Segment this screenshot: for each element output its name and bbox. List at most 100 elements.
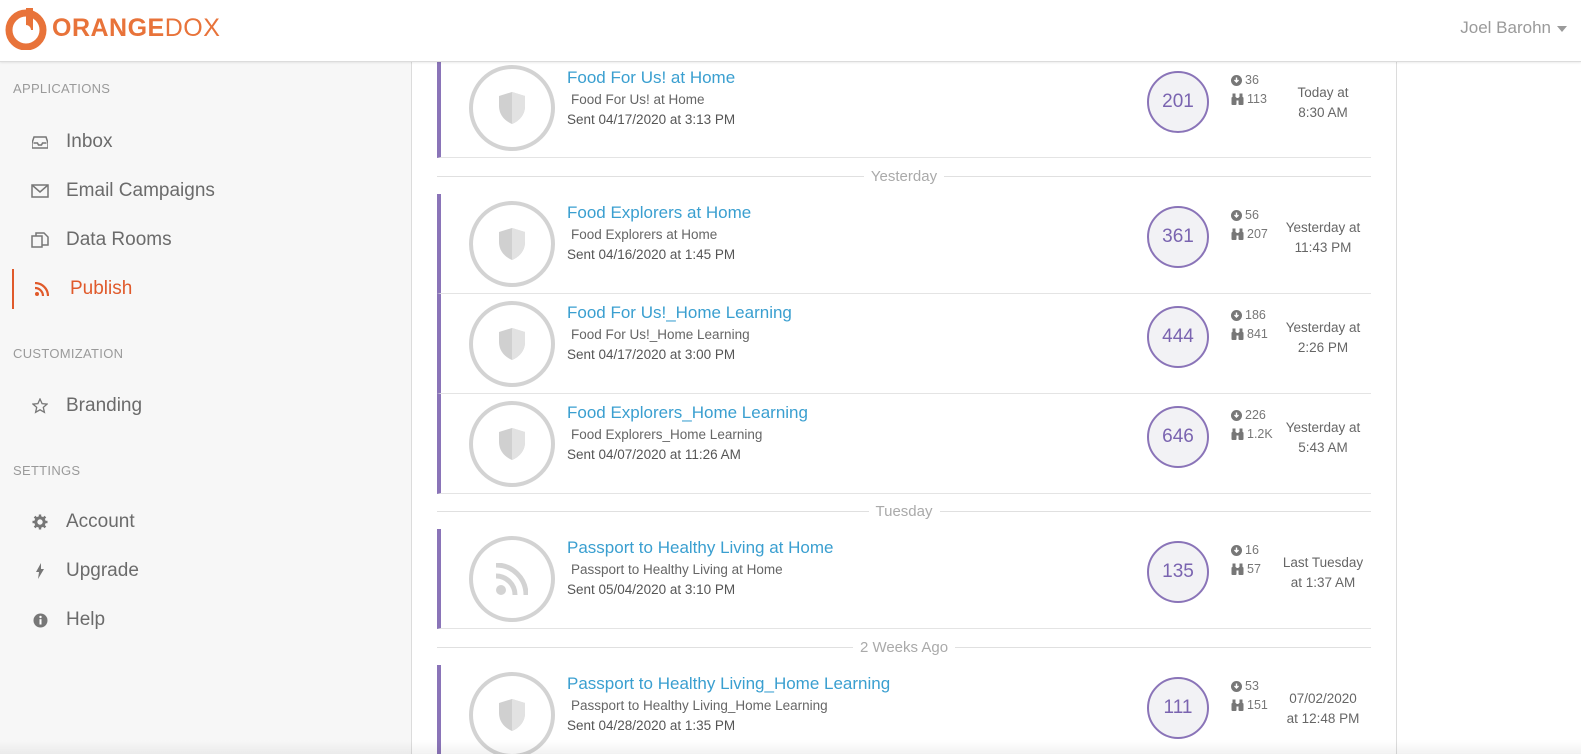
timestamp-line-2: at 1:37 AM [1290,575,1356,590]
download-count: 16 [1245,543,1259,557]
list-item[interactable]: Passport to Healthy Living at Home Passp… [437,529,1371,629]
item-title[interactable]: Passport to Healthy Living_Home Learning [567,674,890,694]
view-count: 207 [1247,227,1268,241]
user-menu[interactable]: Joel Barohn [1460,18,1567,38]
item-timestamp: Yesterday at 2:26 PM [1277,318,1369,358]
sidebar-item-email-campaigns[interactable]: Email Campaigns [12,171,410,211]
item-subtitle: Food Explorers at Home [571,227,718,242]
shield-icon [499,328,525,360]
sidebar-item-label: Help [66,609,106,630]
item-subtitle: Passport to Healthy Living at Home [571,562,783,577]
download-count: 186 [1245,308,1266,322]
sidebar-item-data-rooms[interactable]: Data Rooms [12,220,410,260]
item-title[interactable]: Food For Us! at Home [567,68,735,88]
document-avatar [469,65,555,151]
item-sent-date: Sent 04/07/2020 at 11:26 AM [567,447,741,462]
binoculars-icon [1231,93,1244,105]
list-item[interactable]: Food Explorers at Home Food Explorers at… [437,194,1371,294]
logo-mark-icon [5,8,47,50]
divider-label: Tuesday [875,502,933,520]
sidebar-item-help[interactable]: Help [12,600,410,640]
shield-icon [499,92,525,124]
top-bar: ORANGEDOX Joel Barohn [0,0,1581,62]
item-title[interactable]: Food Explorers_Home Learning [567,403,808,423]
download-icon [1231,544,1242,556]
divider-label: 2 Weeks Ago [859,638,949,656]
orangedox-logo[interactable]: ORANGEDOX [4,5,220,51]
view-count: 113 [1247,92,1267,106]
caret-down-icon [1557,26,1567,32]
view-count-badge: 646 [1147,406,1209,468]
timestamp-line-1: Yesterday at [1285,320,1361,335]
section-title-applications: APPLICATIONS [13,81,111,96]
download-icon [1231,309,1242,321]
item-subtitle: Food For Us!_Home Learning [571,327,750,342]
item-title[interactable]: Food For Us!_Home Learning [567,303,792,323]
download-stat: 16 [1231,543,1259,557]
view-count-badge: 111 [1147,677,1209,739]
view-stat: 841 [1231,327,1268,341]
bolt-icon [26,561,54,581]
download-count: 36 [1245,73,1259,87]
view-count: 57 [1247,562,1261,576]
logo-text-orange: ORANGE [52,13,165,42]
sidebar-item-branding[interactable]: Branding [12,386,410,426]
info-icon [26,610,54,630]
sidebar-item-label: Upgrade [66,560,139,581]
shield-icon [499,228,525,260]
timestamp-line-2: 8:30 AM [1298,105,1348,120]
item-title[interactable]: Food Explorers at Home [567,203,751,223]
download-icon [1231,409,1242,421]
item-sent-date: Sent 04/16/2020 at 1:45 PM [567,247,736,262]
item-timestamp: Yesterday at 11:43 PM [1277,218,1369,258]
binoculars-icon [1231,328,1244,340]
view-count-badge: 135 [1147,541,1209,603]
item-sent-date: Sent 05/04/2020 at 3:10 PM [567,582,736,597]
document-avatar [469,401,555,487]
section-title-customization: CUSTOMIZATION [13,346,124,361]
timestamp-line-1: Yesterday at [1285,420,1361,435]
date-divider-yesterday: Yesterday [437,166,1372,186]
download-count: 226 [1245,408,1266,422]
timestamp-line-2: 11:43 PM [1294,240,1352,255]
gear-icon [26,512,54,532]
sidebar-item-upgrade[interactable]: Upgrade [12,551,410,591]
item-title[interactable]: Passport to Healthy Living at Home [567,538,833,558]
sidebar-item-inbox[interactable]: Inbox [12,122,410,162]
timestamp-line-1: Today at [1297,85,1349,100]
item-sent-date: Sent 04/17/2020 at 3:00 PM [567,347,736,362]
sidebar-item-label: Publish [70,278,133,299]
binoculars-icon [1231,563,1244,575]
sidebar-item-label: Inbox [66,131,113,152]
timestamp-line-1: Last Tuesday [1282,555,1364,570]
logo-text-dox: DOX [164,13,221,42]
view-stat: 1.2K [1231,427,1273,441]
timestamp-line-2: 2:26 PM [1297,340,1349,355]
item-sent-date: Sent 04/17/2020 at 3:13 PM [567,112,736,127]
list-item[interactable]: Food For Us! at Home Food For Us! at Hom… [437,62,1371,158]
item-timestamp: 07/02/2020 at 12:48 PM [1277,689,1369,729]
document-avatar [469,201,555,287]
item-timestamp: Today at 8:30 AM [1277,83,1369,123]
download-stat: 36 [1231,73,1259,87]
shield-icon [499,699,525,731]
view-count: 1.2K [1247,427,1273,441]
list-item[interactable]: Passport to Healthy Living_Home Learning… [437,665,1371,754]
date-divider-2-weeks-ago: 2 Weeks Ago [437,637,1371,657]
download-count: 53 [1245,679,1259,693]
timestamp-line-2: 5:43 AM [1298,440,1348,455]
view-count: 841 [1247,327,1268,341]
view-count-badge: 361 [1147,206,1209,268]
list-item[interactable]: Food For Us!_Home Learning Food For Us!_… [437,294,1371,394]
date-divider-tuesday: Tuesday [437,501,1372,521]
document-avatar [469,672,555,754]
sidebar-item-publish[interactable]: Publish [12,269,410,309]
list-item[interactable]: Food Explorers_Home Learning Food Explor… [437,394,1371,494]
sidebar-item-account[interactable]: Account [12,502,410,542]
rss-icon [496,563,528,595]
view-count: 151 [1247,698,1268,712]
item-subtitle: Passport to Healthy Living_Home Learning [571,698,828,713]
star-icon [26,396,54,416]
sidebar-item-label: Branding [66,395,143,416]
document-avatar [469,536,555,622]
